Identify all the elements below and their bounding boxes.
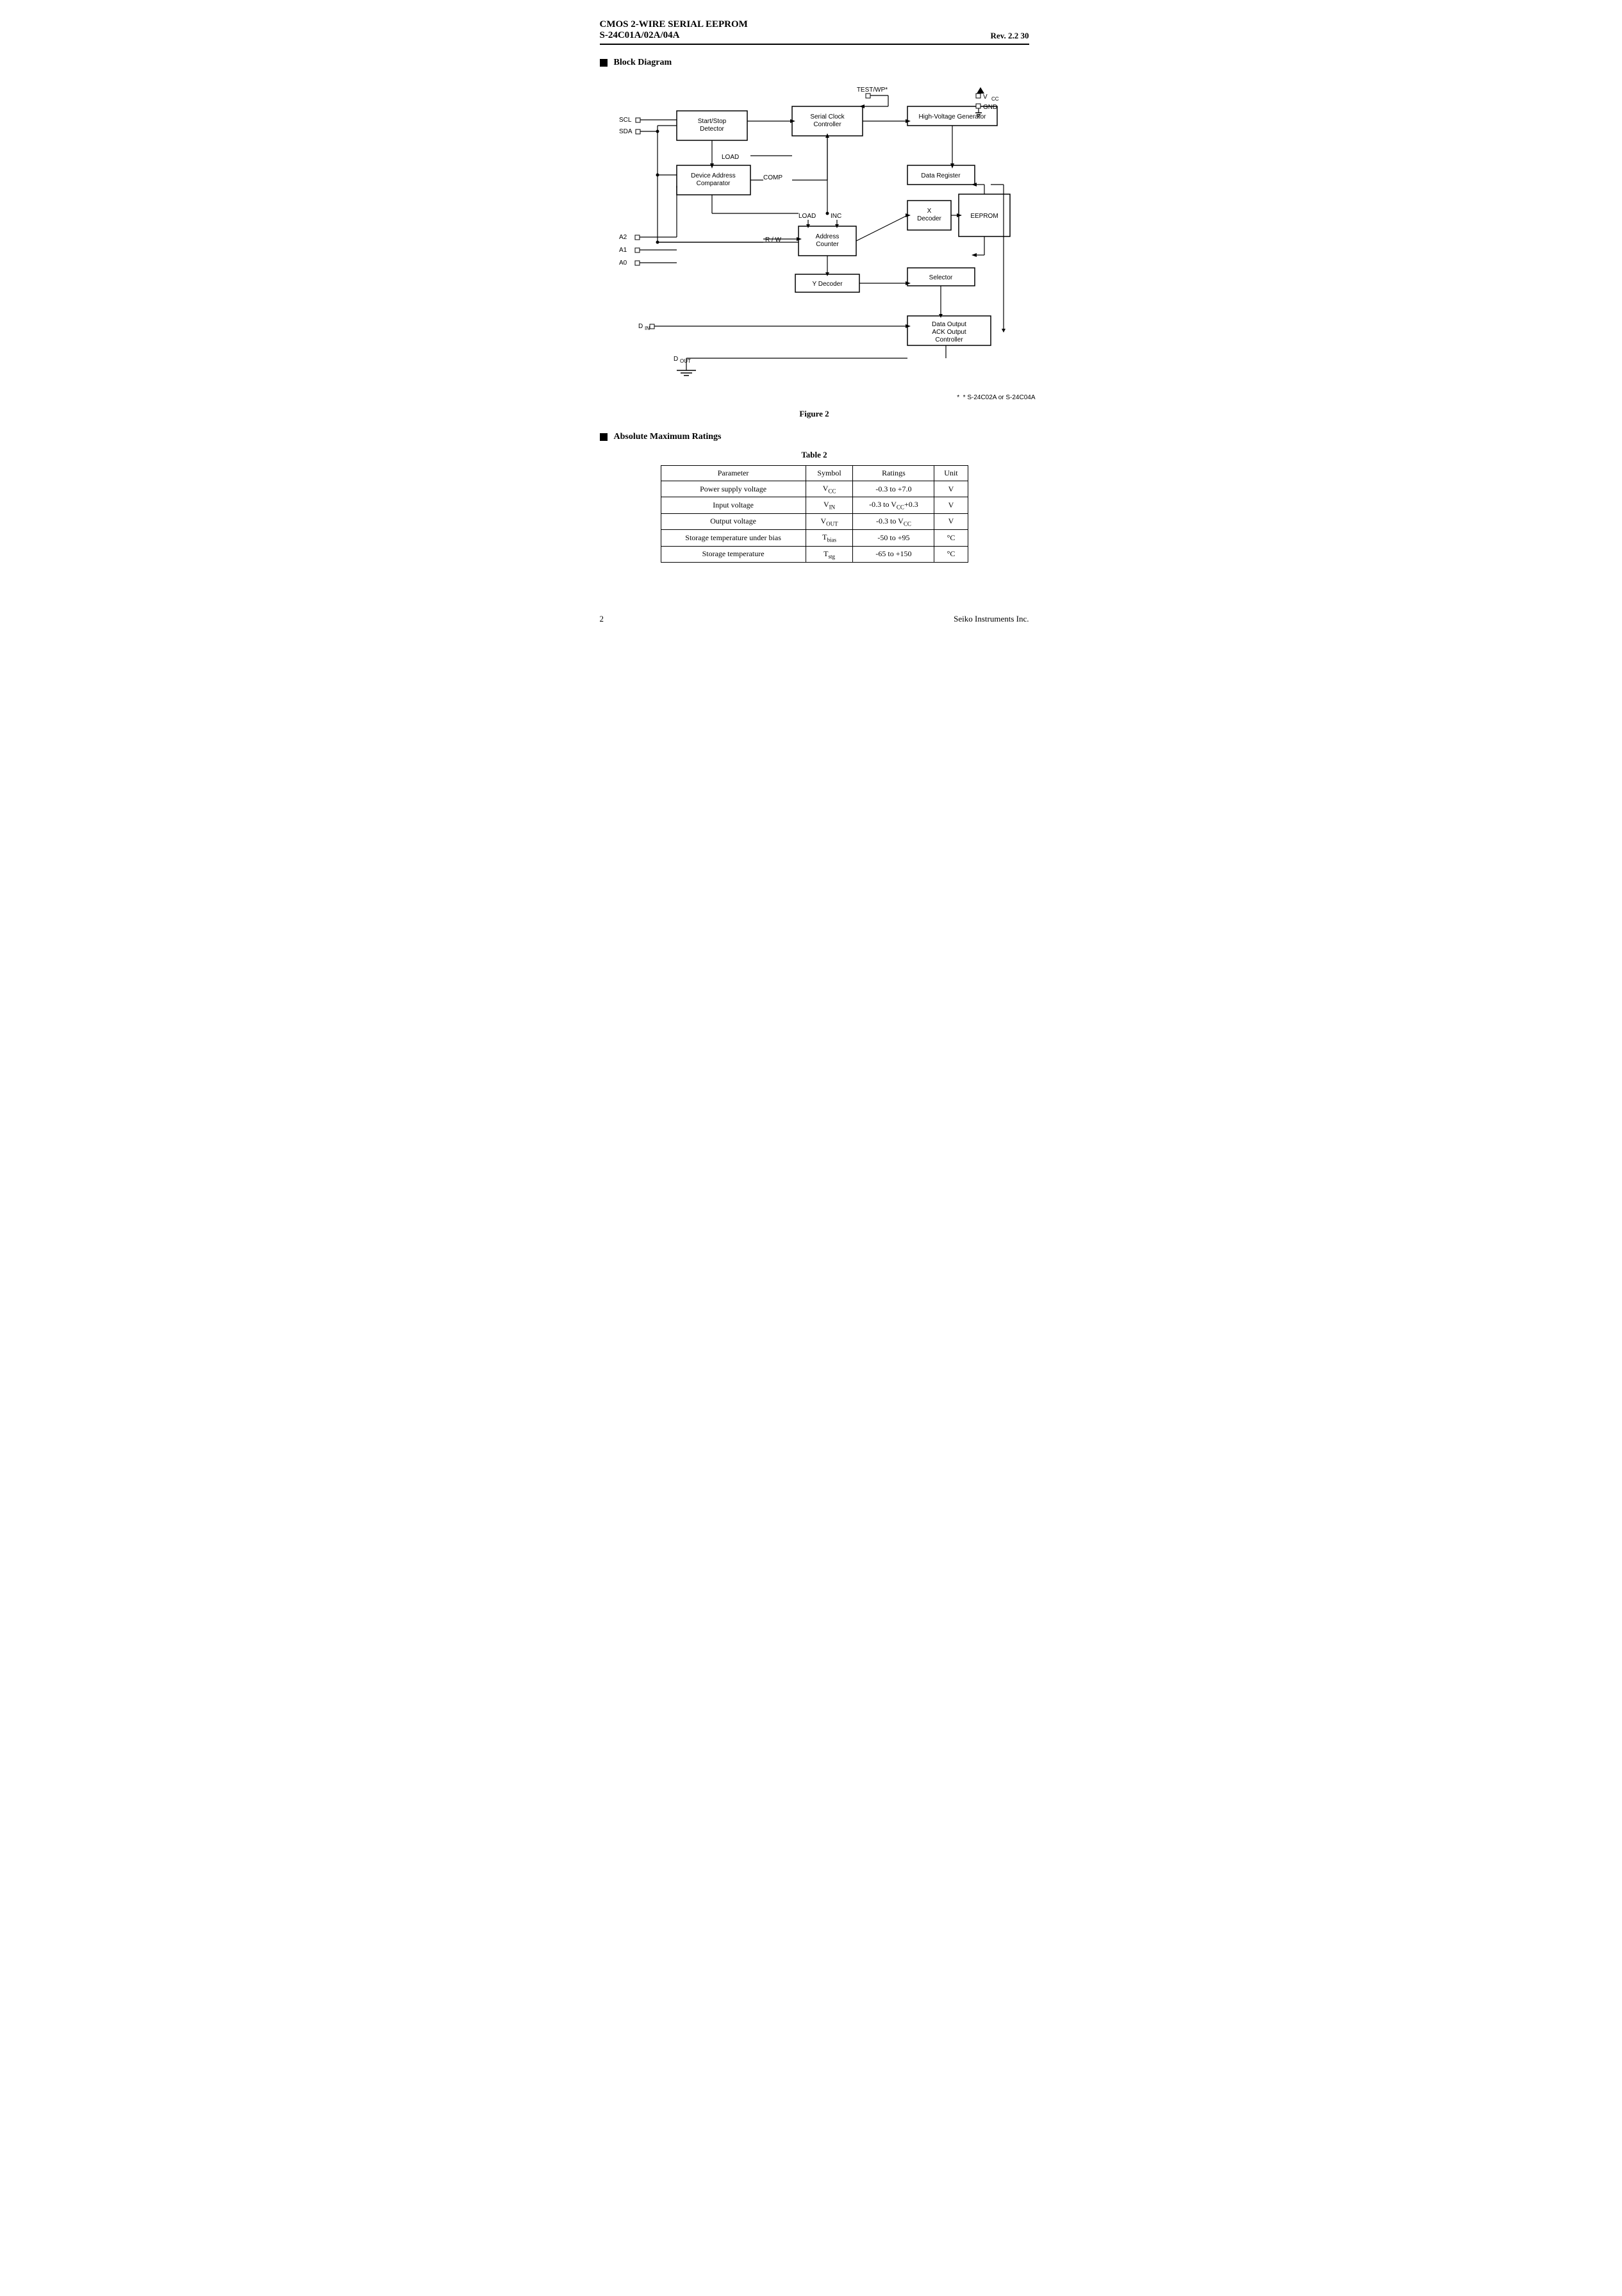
page-footer: 2 Seiko Instruments Inc. bbox=[600, 614, 1029, 624]
col-header-symbol: Symbol bbox=[806, 466, 853, 481]
ratings-table: Parameter Symbol Ratings Unit Power supp… bbox=[661, 465, 968, 563]
svg-text:R / W: R / W bbox=[765, 236, 782, 244]
svg-text:LOAD: LOAD bbox=[799, 213, 816, 220]
doc-title: CMOS 2-WIRE SERIAL EEPROM bbox=[600, 19, 748, 30]
cell-parameter: Storage temperature bbox=[661, 546, 806, 562]
figure-caption: Figure 2 bbox=[600, 409, 1029, 419]
block-diagram-svg: Start/Stop Detector Serial Clock Control… bbox=[600, 76, 1036, 402]
block-diagram: Start/Stop Detector Serial Clock Control… bbox=[600, 76, 1036, 402]
svg-text:Data Output: Data Output bbox=[932, 321, 966, 328]
svg-text:EEPROM: EEPROM bbox=[970, 213, 998, 220]
svg-text:LOAD: LOAD bbox=[722, 154, 739, 161]
cell-parameter: Storage temperature under bias bbox=[661, 530, 806, 546]
svg-text:Controller: Controller bbox=[935, 336, 963, 343]
cell-ratings: -0.3 to VCC bbox=[853, 513, 934, 529]
section-bullet-2-icon bbox=[600, 433, 608, 441]
svg-text:A2: A2 bbox=[619, 234, 627, 241]
block-diagram-section-header: Block Diagram bbox=[600, 58, 1029, 68]
doc-subtitle: S-24C01A/02A/04A bbox=[600, 30, 748, 41]
cell-symbol: VOUT bbox=[806, 513, 853, 529]
svg-text:Y Decoder: Y Decoder bbox=[812, 281, 843, 288]
cell-unit: °C bbox=[934, 546, 968, 562]
cell-symbol: VCC bbox=[806, 481, 853, 497]
cell-parameter: Power supply voltage bbox=[661, 481, 806, 497]
svg-text:INC: INC bbox=[831, 213, 841, 220]
cell-symbol: VIN bbox=[806, 497, 853, 513]
doc-rev: Rev. 2.2 30 bbox=[991, 31, 1029, 41]
cell-unit: V bbox=[934, 513, 968, 529]
svg-text:Counter: Counter bbox=[816, 241, 839, 248]
section-bullet-icon bbox=[600, 59, 608, 67]
col-header-unit: Unit bbox=[934, 466, 968, 481]
svg-text:Controller: Controller bbox=[813, 121, 841, 128]
table-row: Storage temperature under biasTbias-50 t… bbox=[661, 530, 968, 546]
svg-text:COMP: COMP bbox=[763, 174, 782, 181]
svg-text:SCL: SCL bbox=[619, 117, 632, 124]
svg-text:Device Address: Device Address bbox=[691, 172, 735, 179]
table-row: Output voltageVOUT-0.3 to VCCV bbox=[661, 513, 968, 529]
svg-text:X: X bbox=[927, 208, 931, 215]
svg-text:A0: A0 bbox=[619, 260, 627, 267]
cell-unit: °C bbox=[934, 530, 968, 546]
cell-parameter: Output voltage bbox=[661, 513, 806, 529]
svg-text:Comparator: Comparator bbox=[696, 180, 730, 187]
svg-text:TEST/WP*: TEST/WP* bbox=[856, 87, 887, 94]
svg-text:D: D bbox=[674, 356, 678, 363]
footer-company: Seiko Instruments Inc. bbox=[954, 614, 1029, 624]
cell-symbol: Tbias bbox=[806, 530, 853, 546]
cell-ratings: -0.3 to +7.0 bbox=[853, 481, 934, 497]
diagram-note: * * S-24C02A or S-24C04A bbox=[957, 394, 1035, 401]
svg-text:Decoder: Decoder bbox=[917, 215, 941, 222]
svg-text:D: D bbox=[638, 323, 643, 330]
cell-ratings: -65 to +150 bbox=[853, 546, 934, 562]
svg-text:ACK Output: ACK Output bbox=[932, 329, 966, 336]
svg-text:GND: GND bbox=[983, 104, 997, 111]
section1-label: Block Diagram bbox=[614, 58, 672, 68]
svg-text:SDA: SDA bbox=[619, 128, 633, 135]
footer-page: 2 bbox=[600, 614, 604, 624]
cell-unit: V bbox=[934, 481, 968, 497]
svg-text:IN: IN bbox=[645, 326, 650, 331]
svg-text:Address: Address bbox=[815, 233, 839, 240]
svg-text:CC: CC bbox=[991, 96, 999, 102]
svg-text:Data Register: Data Register bbox=[921, 172, 961, 179]
svg-text:Serial Clock: Serial Clock bbox=[810, 113, 845, 120]
svg-text:High-Voltage Generator: High-Voltage Generator bbox=[918, 113, 986, 120]
table-row: Storage temperatureTstg-65 to +150°C bbox=[661, 546, 968, 562]
section2-label: Absolute Maximum Ratings bbox=[614, 432, 722, 442]
svg-text:A1: A1 bbox=[619, 247, 627, 254]
svg-text:Detector: Detector bbox=[700, 126, 724, 133]
cell-unit: V bbox=[934, 497, 968, 513]
cell-parameter: Input voltage bbox=[661, 497, 806, 513]
svg-text:Selector: Selector bbox=[929, 274, 952, 281]
cell-ratings: -0.3 to VCC+0.3 bbox=[853, 497, 934, 513]
col-header-ratings: Ratings bbox=[853, 466, 934, 481]
svg-text:Start/Stop: Start/Stop bbox=[697, 118, 726, 125]
cell-ratings: -50 to +95 bbox=[853, 530, 934, 546]
col-header-parameter: Parameter bbox=[661, 466, 806, 481]
table-title: Table 2 bbox=[600, 450, 1029, 460]
table-row: Power supply voltageVCC-0.3 to +7.0V bbox=[661, 481, 968, 497]
svg-text:OUT: OUT bbox=[680, 358, 691, 364]
table-row: Input voltageVIN-0.3 to VCC+0.3V bbox=[661, 497, 968, 513]
abs-max-ratings-section-header: Absolute Maximum Ratings bbox=[600, 432, 1029, 442]
cell-symbol: Tstg bbox=[806, 546, 853, 562]
page-header: CMOS 2-WIRE SERIAL EEPROM S-24C01A/02A/0… bbox=[600, 19, 1029, 45]
svg-text:V: V bbox=[983, 94, 988, 101]
